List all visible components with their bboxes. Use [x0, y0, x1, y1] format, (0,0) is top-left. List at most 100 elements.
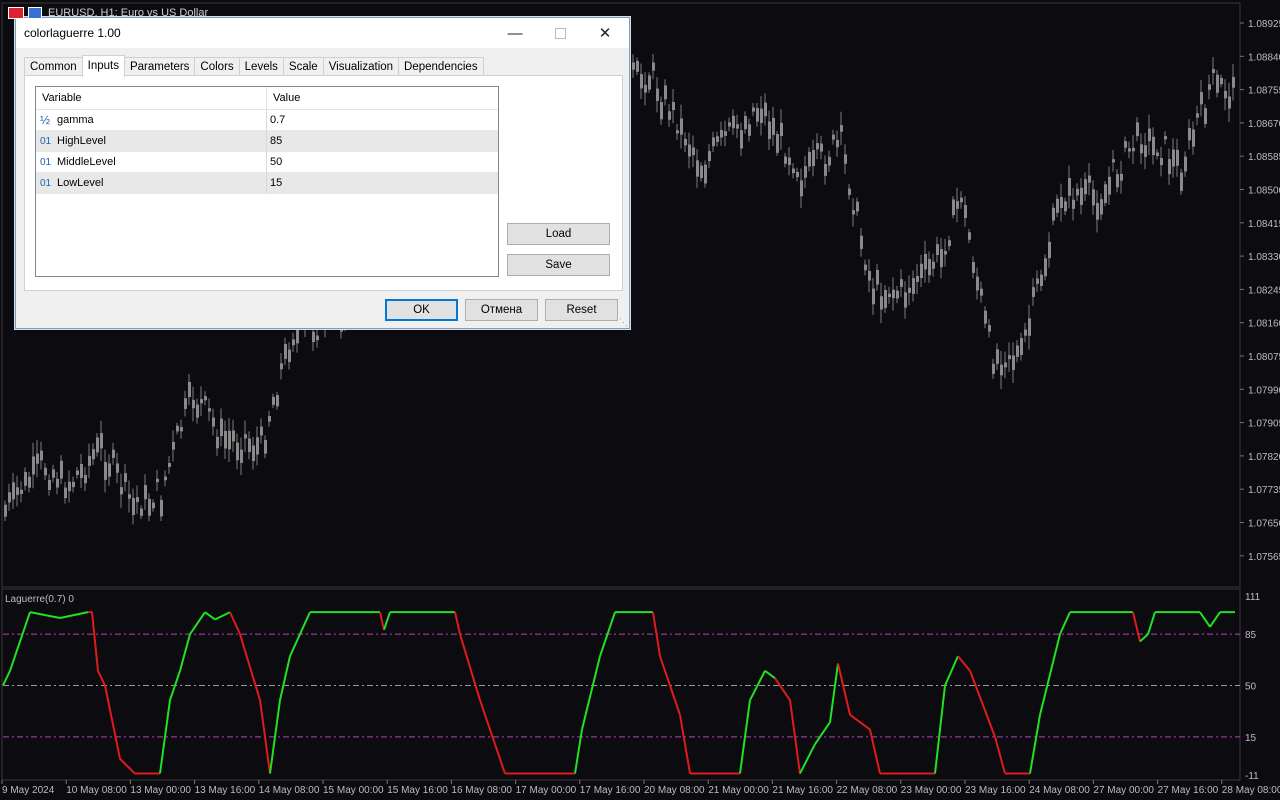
- tab-scale[interactable]: Scale: [282, 57, 324, 77]
- indicator-pane-frame: [1, 588, 1241, 781]
- price-axis-label: 1.08925: [1248, 19, 1280, 30]
- tab-visualization[interactable]: Visualization: [322, 57, 400, 77]
- laguerre-segment: [204, 611, 216, 621]
- load-button[interactable]: Load: [507, 223, 610, 245]
- minimize-button[interactable]: —: [492, 18, 538, 48]
- candle-body: [816, 143, 819, 150]
- time-axis-label: 10 May 08:00: [66, 785, 127, 796]
- ok-button[interactable]: OK: [385, 299, 458, 321]
- laguerre-segment: [97, 670, 106, 686]
- candle-body: [900, 279, 903, 287]
- candle-body: [196, 404, 199, 418]
- candle-body: [960, 197, 963, 203]
- candle-body: [1176, 149, 1179, 166]
- cancel-button[interactable]: Отмена: [465, 299, 538, 321]
- input-row-lowlevel[interactable]: 01 LowLevel 15: [36, 173, 498, 194]
- laguerre-segment: [599, 611, 616, 657]
- tab-inputs[interactable]: Inputs: [81, 55, 125, 77]
- resize-grip-icon[interactable]: ⋱: [619, 317, 628, 328]
- price-axis-label: 1.08245: [1248, 285, 1280, 296]
- input-row-gamma[interactable]: ½ gamma 0.7: [36, 110, 498, 131]
- candle-body: [1156, 152, 1159, 156]
- candle-body: [664, 85, 667, 100]
- minimize-icon: —: [507, 24, 523, 42]
- candle-body: [1204, 108, 1207, 125]
- candle-body: [184, 398, 187, 409]
- flag-eu-icon: [8, 7, 24, 19]
- inputs-grid[interactable]: Variable Value ½ gamma 0.7 01 HighLevel 85…: [35, 86, 499, 277]
- candle-body: [1164, 136, 1167, 140]
- tab-parameters[interactable]: Parameters: [123, 57, 196, 77]
- candle-body: [152, 502, 155, 509]
- candle-body: [68, 481, 71, 492]
- candle-body: [656, 88, 659, 101]
- candle-body: [640, 74, 643, 89]
- candle-body: [36, 453, 39, 464]
- candle-body: [972, 262, 975, 273]
- indicator-properties-dialog: colorlaguerre 1.00 — ✕ Common Inputs Par…: [15, 17, 630, 329]
- candle-body: [716, 136, 719, 142]
- laguerre-segment: [1199, 611, 1211, 628]
- input-row-middlelevel[interactable]: 01 MiddleLevel 50: [36, 152, 498, 173]
- candle-body: [252, 445, 255, 462]
- candle-body: [1068, 178, 1071, 196]
- candle-body: [684, 139, 687, 146]
- tab-levels[interactable]: Levels: [238, 57, 284, 77]
- candle-body: [104, 462, 107, 480]
- candle-body: [984, 310, 987, 324]
- laguerre-segment: [679, 714, 691, 774]
- candle-body: [148, 498, 151, 516]
- price-axis-label: 1.08840: [1248, 52, 1280, 63]
- header-variable[interactable]: Variable: [36, 87, 267, 109]
- laguerre-segment: [1039, 633, 1061, 716]
- input-value[interactable]: 0.7: [267, 110, 285, 130]
- candle-body: [760, 108, 763, 124]
- candle-body: [824, 164, 827, 176]
- candle-body: [92, 449, 95, 460]
- candle-body: [864, 264, 867, 271]
- input-value[interactable]: 85: [267, 131, 282, 151]
- candle-body: [1012, 355, 1015, 370]
- price-axis-label: 1.08415: [1248, 219, 1280, 230]
- input-value[interactable]: 50: [267, 152, 282, 172]
- candle-body: [1228, 96, 1231, 109]
- candle-body: [60, 460, 63, 479]
- candle-body: [56, 478, 59, 488]
- close-button[interactable]: ✕: [582, 18, 628, 48]
- tab-dependencies[interactable]: Dependencies: [398, 57, 484, 77]
- candle-body: [1136, 122, 1139, 137]
- input-value[interactable]: 15: [267, 173, 282, 193]
- time-axis-label: 24 May 08:00: [1029, 785, 1090, 796]
- candle-body: [1056, 198, 1059, 213]
- candle-body: [856, 201, 859, 212]
- laguerre-segment: [29, 611, 61, 619]
- laguerre-segment: [774, 677, 791, 701]
- candle-body: [4, 504, 7, 517]
- candle-body: [88, 455, 91, 466]
- reset-button[interactable]: Reset: [545, 299, 618, 321]
- candle-body: [160, 499, 163, 517]
- candle-body: [272, 396, 275, 405]
- candle-body: [888, 293, 891, 298]
- candle-body: [712, 137, 715, 147]
- tab-common[interactable]: Common: [24, 57, 83, 77]
- laguerre-segment: [379, 611, 385, 630]
- laguerre-segment: [214, 611, 231, 621]
- candle-body: [1208, 84, 1211, 90]
- laguerre-segment: [799, 743, 816, 774]
- maximize-button[interactable]: [537, 18, 583, 48]
- price-axis-label: 1.08585: [1248, 152, 1280, 163]
- candle-body: [1100, 199, 1103, 215]
- grid-header: Variable Value: [36, 87, 498, 110]
- input-row-highlevel[interactable]: 01 HighLevel 85: [36, 131, 498, 152]
- header-value[interactable]: Value: [267, 87, 300, 109]
- candle-body: [1004, 362, 1007, 368]
- candle-body: [168, 462, 171, 468]
- laguerre-segment: [494, 743, 506, 774]
- candle-body: [76, 470, 79, 475]
- save-button[interactable]: Save: [507, 254, 610, 276]
- candle-body: [256, 437, 259, 455]
- candle-body: [952, 199, 955, 216]
- candle-body: [764, 102, 767, 117]
- tab-colors[interactable]: Colors: [194, 57, 240, 77]
